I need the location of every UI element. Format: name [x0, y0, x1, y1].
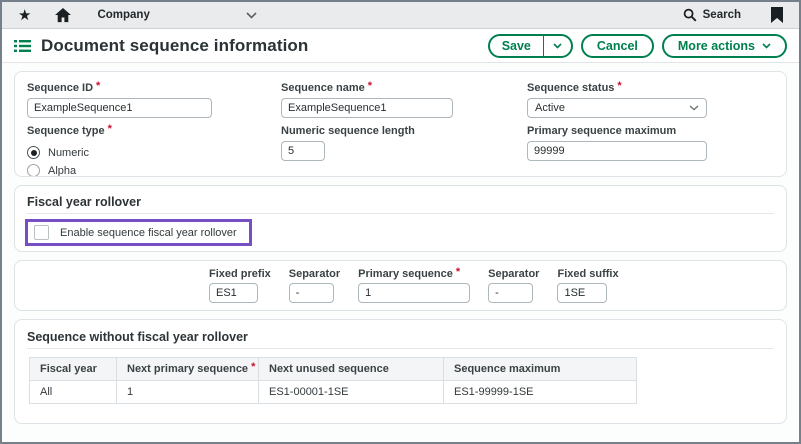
table-section-heading: Sequence without fiscal year rollover — [27, 330, 774, 344]
sequence-type-numeric-radio[interactable]: Numeric — [27, 146, 281, 159]
cell-next-primary-sequence[interactable]: 1 — [117, 381, 259, 404]
app-window: ★ Company Search — [0, 0, 801, 444]
separator-input-2[interactable] — [488, 283, 533, 303]
radio-selected-icon — [27, 146, 40, 159]
required-marker: * — [108, 123, 112, 135]
topbar: ★ Company Search — [2, 2, 799, 29]
fixed-suffix-input[interactable] — [557, 283, 607, 303]
search-button[interactable]: Search — [683, 8, 741, 22]
sequence-format-panel: Fixed prefix Separator Primary sequence*… — [14, 260, 787, 311]
sequence-id-input[interactable] — [27, 98, 212, 118]
bookmark-icon[interactable] — [771, 7, 783, 23]
fixed-prefix-input[interactable] — [209, 283, 258, 303]
fiscal-rollover-checkbox-label: Enable sequence fiscal year rollover — [60, 227, 237, 239]
cell-next-unused-sequence: ES1-00001-1SE — [259, 381, 444, 404]
separator-input[interactable] — [289, 283, 334, 303]
main-form-panel: Sequence ID* Sequence type* Numeric Alph… — [14, 71, 787, 177]
content-area: Sequence ID* Sequence type* Numeric Alph… — [2, 63, 799, 440]
column-header-fiscal-year: Fiscal year — [30, 358, 117, 381]
page-header: Document sequence information Save Cance… — [2, 29, 799, 63]
primary-sequence-maximum-input[interactable] — [527, 141, 707, 161]
table-header-row: Fiscal year Next primary sequence* Next … — [30, 358, 637, 381]
sequence-id-label: Sequence ID* — [27, 82, 281, 94]
section-divider — [27, 213, 774, 214]
primary-sequence-input[interactable] — [358, 283, 470, 303]
primary-sequence-label: Primary sequence* — [358, 268, 470, 280]
section-divider — [27, 348, 774, 349]
search-label: Search — [703, 9, 741, 21]
fixed-suffix-label: Fixed suffix — [557, 268, 618, 280]
required-marker: * — [96, 80, 100, 92]
sequence-status-select[interactable]: Active — [527, 98, 707, 118]
cell-fiscal-year[interactable]: All — [30, 381, 117, 404]
chevron-down-icon — [553, 43, 562, 49]
list-menu-icon[interactable] — [14, 39, 31, 53]
numeric-sequence-length-label: Numeric sequence length — [281, 125, 527, 137]
separator-label: Separator — [488, 268, 539, 280]
fixed-prefix-label: Fixed prefix — [209, 268, 271, 280]
more-actions-button[interactable]: More actions — [662, 34, 787, 58]
primary-sequence-maximum-label: Primary sequence maximum — [527, 125, 774, 137]
page-title: Document sequence information — [41, 36, 308, 56]
save-button[interactable]: Save — [490, 36, 543, 56]
sequence-status-label: Sequence status* — [527, 82, 774, 94]
highlight-annotation-box: Enable sequence fiscal year rollover — [25, 219, 252, 246]
fiscal-year-rollover-panel: Fiscal year rollover Enable sequence fis… — [14, 185, 787, 252]
required-marker: * — [456, 266, 460, 278]
chevron-down-icon — [246, 12, 257, 19]
search-icon — [683, 8, 697, 22]
home-icon[interactable] — [55, 8, 71, 23]
fiscal-rollover-checkbox[interactable] — [34, 225, 49, 240]
company-select[interactable]: Company — [97, 9, 257, 21]
separator-label: Separator — [289, 268, 340, 280]
sequence-name-label: Sequence name* — [281, 82, 527, 94]
save-dropdown-button[interactable] — [543, 36, 571, 56]
required-marker: * — [617, 80, 621, 92]
favorite-star-icon[interactable]: ★ — [18, 8, 31, 23]
table-row: All 1 ES1-00001-1SE ES1-99999-1SE — [30, 381, 637, 404]
numeric-sequence-length-input[interactable] — [281, 141, 325, 161]
chevron-down-icon — [689, 105, 699, 111]
radio-unselected-icon — [27, 164, 40, 177]
save-split-button: Save — [488, 34, 573, 58]
column-header-next-unused-sequence: Next unused sequence — [259, 358, 444, 381]
sequence-table: Fiscal year Next primary sequence* Next … — [29, 357, 637, 404]
column-header-next-primary-sequence: Next primary sequence* — [117, 358, 259, 381]
column-header-sequence-maximum: Sequence maximum — [444, 358, 637, 381]
cell-sequence-maximum: ES1-99999-1SE — [444, 381, 637, 404]
sequence-type-alpha-radio[interactable]: Alpha — [27, 164, 281, 177]
required-marker: * — [368, 80, 372, 92]
sequence-name-input[interactable] — [281, 98, 453, 118]
chevron-down-icon — [762, 43, 771, 49]
sequence-table-panel: Sequence without fiscal year rollover Fi… — [14, 319, 787, 424]
company-label: Company — [97, 9, 149, 21]
fiscal-section-heading: Fiscal year rollover — [27, 195, 774, 209]
sequence-type-label: Sequence type* — [27, 125, 281, 137]
required-marker: * — [251, 361, 255, 373]
cancel-button[interactable]: Cancel — [581, 34, 654, 58]
